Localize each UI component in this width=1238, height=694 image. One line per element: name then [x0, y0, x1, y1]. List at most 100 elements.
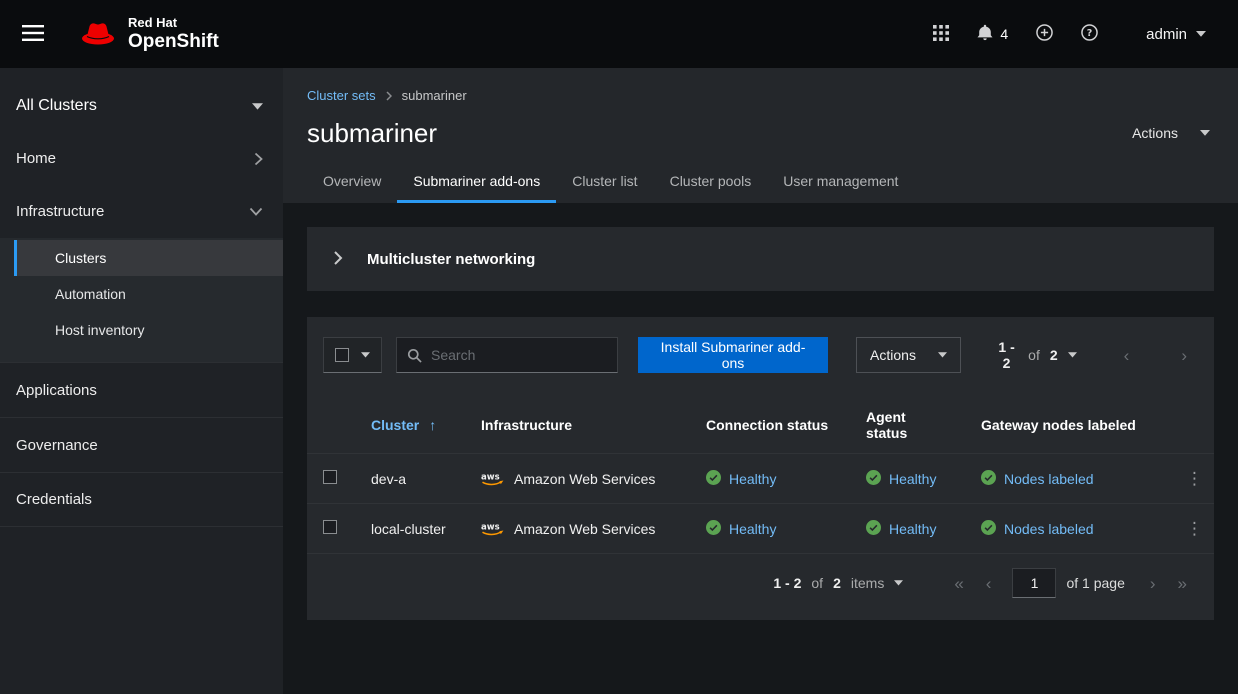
breadcrumb: Cluster sets submariner: [307, 88, 1214, 103]
search-input[interactable]: [431, 347, 607, 363]
caret-down-icon: [938, 352, 947, 358]
cluster-selector-label: All Clusters: [16, 97, 97, 115]
kebab-icon: ⋮: [1186, 519, 1203, 538]
expand-toggle-button[interactable]: [317, 238, 359, 280]
user-name: admin: [1146, 26, 1187, 43]
connection-status-link[interactable]: Healthy: [706, 520, 776, 538]
connection-status-link[interactable]: Healthy: [706, 470, 776, 488]
tab-label: Overview: [323, 173, 381, 189]
aws-icon: aws: [481, 471, 505, 486]
pagination-range: 1 - 2: [995, 339, 1018, 371]
next-page-button[interactable]: ›: [1139, 571, 1167, 596]
caret-down-icon: [894, 580, 903, 586]
kebab-icon: ⋮: [1186, 469, 1203, 488]
angle-right-icon: ›: [1150, 574, 1156, 593]
menu-toggle-button[interactable]: [18, 19, 48, 50]
table-row-local-cluster: local-cluster aws: [307, 504, 1214, 554]
pagination-of: of: [811, 575, 823, 591]
table-actions-label: Actions: [870, 347, 916, 363]
angle-double-left-icon: «: [954, 574, 963, 593]
first-page-button[interactable]: «: [943, 571, 974, 596]
infrastructure-label: Amazon Web Services: [514, 471, 655, 487]
gateway-status-link[interactable]: Nodes labeled: [981, 520, 1094, 538]
notifications-button[interactable]: 4: [963, 16, 1022, 52]
sidebar-item-credentials[interactable]: Credentials: [0, 472, 283, 527]
sidebar: All Clusters Home Infrastructure: [0, 68, 283, 694]
last-page-button[interactable]: »: [1167, 571, 1198, 596]
items-per-page-toggle[interactable]: 1 - 2 of 2 items: [767, 569, 909, 597]
sidebar-item-infrastructure[interactable]: Infrastructure: [0, 185, 283, 238]
sidebar-item-automation[interactable]: Automation: [0, 276, 283, 312]
pagination-range: 1 - 2: [773, 575, 801, 591]
submariner-addons-table: Cluster ↑ Infrastructure Connection stat…: [307, 393, 1214, 554]
notification-count: 4: [1000, 26, 1008, 42]
next-page-button[interactable]: ›: [1170, 343, 1198, 368]
column-label: Cluster: [371, 417, 419, 433]
sidebar-subitem-host-inventory-row: Host inventory: [0, 312, 283, 348]
gateway-status-link[interactable]: Nodes labeled: [981, 470, 1094, 488]
sidebar-item-clusters[interactable]: Clusters: [14, 240, 283, 276]
multicluster-networking-panel: Multicluster networking: [307, 227, 1214, 291]
tab-label: User management: [783, 173, 898, 189]
app-launcher-button[interactable]: [919, 17, 963, 52]
install-submariner-addons-button[interactable]: Install Submariner add-ons: [638, 337, 828, 373]
plus-circle-icon: [1036, 24, 1053, 44]
page-context-label: of 1 page: [1066, 575, 1124, 591]
pagination-items-label: items: [851, 575, 884, 591]
row-kebab-button[interactable]: ⋮: [1174, 516, 1215, 541]
previous-page-button[interactable]: ‹: [975, 571, 1003, 596]
row-checkbox[interactable]: [323, 470, 337, 484]
page-number-input[interactable]: [1012, 568, 1056, 598]
bulk-select-checkbox[interactable]: [335, 348, 349, 362]
tab-label: Cluster pools: [670, 173, 752, 189]
add-button[interactable]: [1022, 16, 1067, 52]
app-launcher-icon: [933, 25, 949, 44]
agent-status-link[interactable]: Healthy: [866, 470, 936, 488]
column-header-cluster[interactable]: Cluster ↑: [371, 417, 436, 433]
cluster-selector-dropdown[interactable]: All Clusters: [0, 80, 283, 132]
sidebar-item-host-inventory[interactable]: Host inventory: [0, 312, 283, 348]
breadcrumb-separator-icon: [386, 91, 392, 101]
tab-cluster-list[interactable]: Cluster list: [556, 161, 653, 203]
check-circle-icon: [706, 520, 721, 538]
sidebar-item-home[interactable]: Home: [0, 132, 283, 185]
tab-overview[interactable]: Overview: [307, 161, 397, 203]
submariner-addons-table-card: Install Submariner add-ons Actions 1 - 2…: [307, 317, 1214, 620]
sidebar-item-applications[interactable]: Applications: [0, 362, 283, 417]
tab-label: Cluster list: [572, 173, 637, 189]
pagination-total: 2: [1050, 347, 1058, 363]
page-actions-dropdown[interactable]: Actions: [1128, 117, 1214, 149]
help-button[interactable]: ?: [1067, 16, 1112, 52]
bulk-select-dropdown-toggle[interactable]: [361, 352, 370, 358]
sidebar-item-governance[interactable]: Governance: [0, 417, 283, 472]
table-row-dev-a: dev-a aws: [307, 454, 1214, 504]
caret-down-icon: [1196, 31, 1206, 37]
pagination-options-toggle[interactable]: 1 - 2 of 2: [989, 333, 1083, 377]
tab-cluster-pools[interactable]: Cluster pools: [654, 161, 768, 203]
infrastructure-subnav: Clusters Automation Host inventory: [0, 238, 283, 362]
angle-double-right-icon: »: [1178, 574, 1187, 593]
column-header-gateway-nodes-labeled: Gateway nodes labeled: [965, 393, 1158, 454]
tab-submariner-add-ons[interactable]: Submariner add-ons: [397, 161, 556, 203]
cluster-name: dev-a: [371, 471, 406, 487]
panel-title: Multicluster networking: [367, 251, 535, 268]
row-kebab-button[interactable]: ⋮: [1174, 466, 1215, 491]
row-checkbox[interactable]: [323, 520, 337, 534]
user-menu-dropdown[interactable]: admin: [1142, 18, 1210, 51]
tab-user-management[interactable]: User management: [767, 161, 914, 203]
red-hat-icon: [78, 19, 118, 50]
column-header-agent-status: Agent status: [850, 393, 965, 454]
agent-status-link[interactable]: Healthy: [866, 520, 936, 538]
column-header-connection-status: Connection status: [690, 393, 850, 454]
table-actions-dropdown[interactable]: Actions: [856, 337, 961, 373]
bell-icon: [977, 24, 993, 44]
pagination-total: 2: [833, 575, 841, 591]
status-label: Healthy: [889, 471, 936, 487]
status-label: Nodes labeled: [1004, 521, 1094, 537]
breadcrumb-link-cluster-sets[interactable]: Cluster sets: [307, 88, 376, 103]
chevron-right-icon: [254, 152, 263, 166]
page-content: Multicluster networking: [283, 203, 1238, 694]
caret-down-icon: [252, 103, 263, 110]
previous-page-button[interactable]: ‹: [1113, 343, 1141, 368]
main-content: Cluster sets submariner submariner Actio…: [283, 68, 1238, 694]
